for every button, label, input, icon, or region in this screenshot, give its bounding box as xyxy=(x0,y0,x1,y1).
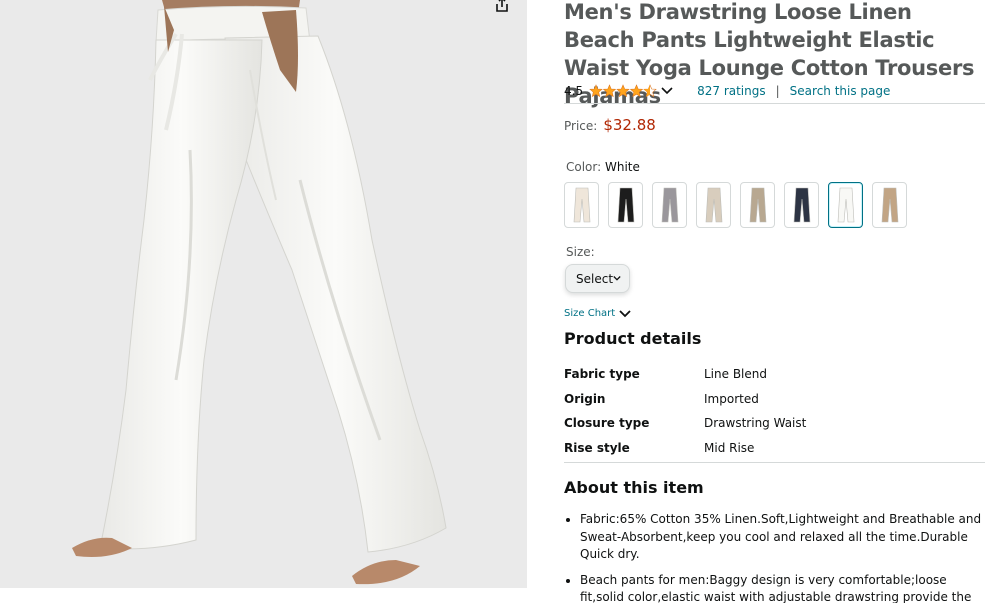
product-image[interactable] xyxy=(0,0,527,588)
details-row: Rise style Mid Rise xyxy=(564,436,985,461)
color-swatch-tan[interactable] xyxy=(872,182,907,228)
search-this-page-link[interactable]: Search this page xyxy=(790,84,891,98)
divider xyxy=(564,462,985,463)
color-swatch-khaki[interactable] xyxy=(740,182,775,228)
details-row: Fabric type Line Blend xyxy=(564,362,985,387)
color-swatch-khaki-light[interactable] xyxy=(696,182,731,228)
details-row: Origin Imported xyxy=(564,387,985,412)
color-selection-label: Color: White xyxy=(566,160,640,174)
color-swatch-grey[interactable] xyxy=(652,182,687,228)
about-bullets: Fabric:65% Cotton 35% Linen.Soft,Lightwe… xyxy=(580,511,985,603)
product-details-heading: Product details xyxy=(564,329,702,348)
list-item: Fabric:65% Cotton 35% Linen.Soft,Lightwe… xyxy=(580,511,985,564)
details-key: Origin xyxy=(564,391,606,406)
color-swatch-black[interactable] xyxy=(608,182,643,228)
list-item: Beach pants for men:Baggy design is very… xyxy=(580,572,985,603)
color-swatch-white[interactable] xyxy=(828,182,863,228)
size-select-value: Select xyxy=(576,271,614,286)
pants-thumbnail-icon xyxy=(749,187,766,223)
pants-thumbnail-icon xyxy=(881,187,898,223)
separator: | xyxy=(775,84,780,98)
details-row: Closure type Drawstring Waist xyxy=(564,411,985,436)
details-value: Line Blend xyxy=(704,367,767,382)
product-details-table: Fabric type Line Blend Origin Imported C… xyxy=(564,362,985,460)
rating-summary: 4.5 827 ratings | Search this page xyxy=(564,82,890,100)
pants-thumbnail-icon xyxy=(793,187,810,223)
ratings-count-link[interactable]: 827 ratings xyxy=(697,84,766,98)
share-icon xyxy=(496,0,508,12)
color-swatch-navy[interactable] xyxy=(784,182,819,228)
pants-thumbnail-icon xyxy=(705,187,722,223)
color-label: Color: xyxy=(566,160,602,174)
price-block: Price: $32.88 xyxy=(564,116,656,134)
price-value: $32.88 xyxy=(603,116,656,134)
details-value: Imported xyxy=(704,391,759,406)
size-chart-label: Size Chart xyxy=(564,308,616,319)
white-linen-pants-photo xyxy=(72,0,447,585)
rating-value: 4.5 xyxy=(564,84,584,98)
details-key: Rise style xyxy=(564,440,630,455)
details-key: Closure type xyxy=(564,416,650,431)
about-this-item-heading: About this item xyxy=(564,478,704,497)
divider xyxy=(564,103,985,104)
pants-thumbnail-icon xyxy=(837,187,854,223)
pants-thumbnail-icon xyxy=(661,187,678,223)
size-select[interactable]: Select xyxy=(565,264,630,293)
chevron-down-icon xyxy=(613,276,621,281)
color-selected-value: White xyxy=(605,160,640,174)
color-swatch-cream[interactable] xyxy=(564,182,599,228)
size-label: Size: xyxy=(566,245,595,259)
chevron-down-icon xyxy=(661,87,673,95)
details-value: Mid Rise xyxy=(704,440,755,455)
color-swatches xyxy=(564,182,907,228)
price-label: Price: xyxy=(564,119,598,133)
star-rating-icon[interactable] xyxy=(589,84,657,98)
chevron-down-icon xyxy=(619,309,631,317)
details-key: Fabric type xyxy=(564,367,640,382)
size-chart-link[interactable]: Size Chart xyxy=(564,308,631,319)
details-value: Drawstring Waist xyxy=(704,416,807,431)
rating-dropdown-button[interactable] xyxy=(661,87,673,95)
pants-thumbnail-icon xyxy=(617,187,634,223)
share-button[interactable] xyxy=(488,0,516,16)
pants-thumbnail-icon xyxy=(573,187,590,223)
